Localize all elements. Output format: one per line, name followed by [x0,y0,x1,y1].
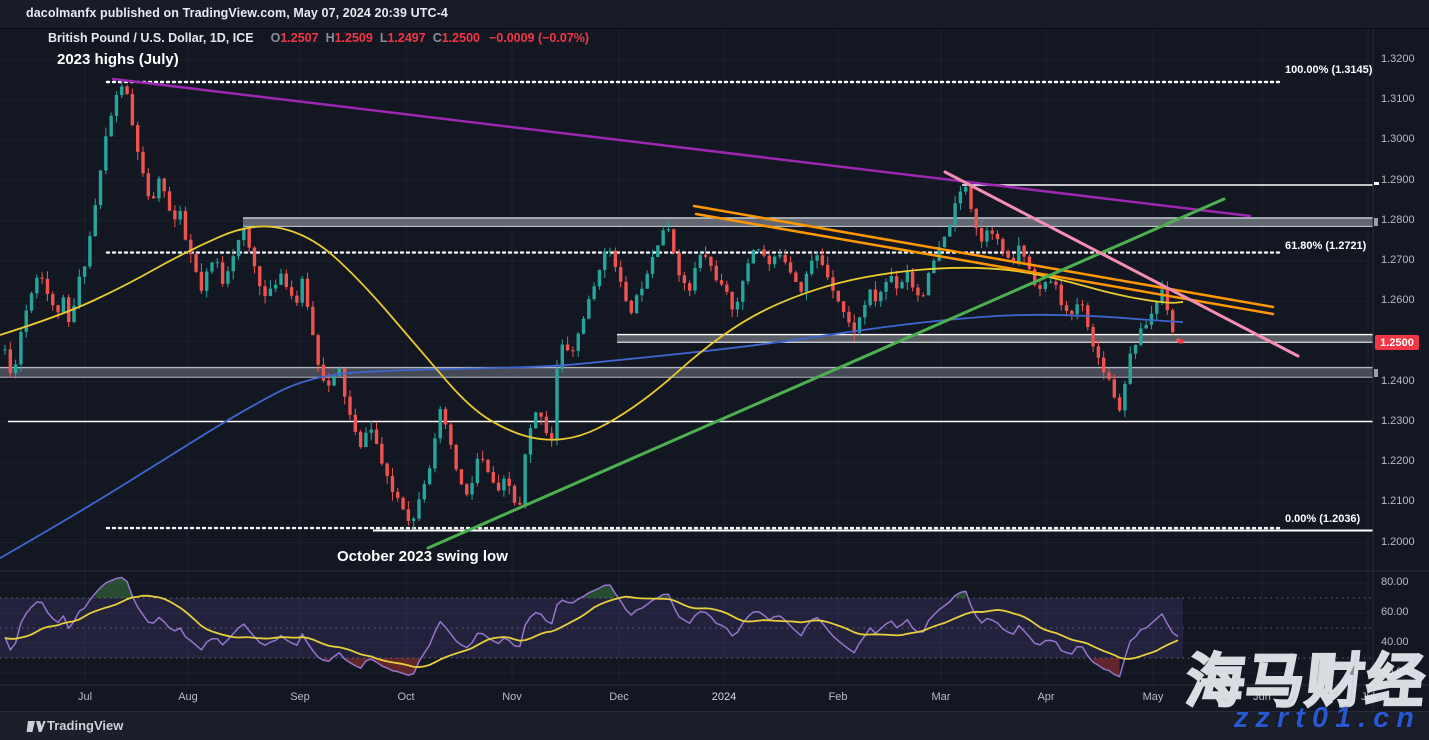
price-axis-label: 1.3000 [1381,133,1415,145]
tradingview-chart-page: { "attribution": {"text": "dacolmanfx pu… [0,0,1429,739]
tradingview-brand[interactable]: TradingView [47,718,123,733]
price-axis-label: 1.3200 [1381,53,1415,65]
attribution-bar: dacolmanfx published on TradingView.com,… [0,0,1429,29]
ma-slow-line [0,315,1183,558]
time-axis-label: Mar [932,691,951,703]
tradingview-logo[interactable] [26,718,46,735]
last-price-tag: 1.2500 [1375,335,1419,350]
open-label: O [271,31,281,45]
high-label: H [326,31,335,45]
time-axis-label: Dec [609,691,629,703]
time-axis-label: 2024 [712,691,736,703]
watermark-url: zzrt01.cn [1234,702,1421,735]
time-axis-label: Aug [178,691,198,703]
time-axis-label: Feb [829,691,848,703]
symbol-header[interactable]: British Pound / U.S. Dollar, 1D, ICEO1.2… [48,31,589,45]
time-axis-label: Oct [397,691,414,703]
change-value: −0.0009 (−0.07%) [489,31,589,45]
price-axis-label: 1.2900 [1381,174,1415,186]
fib-label-0[interactable]: 0.00% (1.2036) [1285,513,1360,525]
ma-fast-line [0,226,1183,439]
close-value: 1.2500 [442,31,480,45]
time-axis-label: Sep [290,691,310,703]
time-axis-label: Apr [1037,691,1054,703]
price-axis-label: 1.3100 [1381,93,1415,105]
open-value: 1.2507 [280,31,318,45]
annotation-2023-highs[interactable]: 2023 highs (July) [57,51,179,68]
chart-canvas[interactable] [0,0,1429,739]
close-label: C [433,31,442,45]
time-axis-label: Nov [502,691,522,703]
support-zone-1p2420 [0,368,1373,378]
rsi-axis-label: 60.00 [1381,606,1409,618]
time-axis-label: May [1143,691,1164,703]
annotation-october-low[interactable]: October 2023 swing low [337,548,508,565]
attribution-text: dacolmanfx published on TradingView.com,… [26,6,448,20]
price-axis-label: 1.2300 [1381,415,1415,427]
fib-label-618[interactable]: 61.80% (1.2721) [1285,240,1366,252]
last-price-dot [1179,339,1184,344]
price-axis-label: 1.2400 [1381,375,1415,387]
high-value: 1.2509 [335,31,373,45]
low-value: 1.2497 [387,31,425,45]
fib-label-100[interactable]: 100.00% (1.3145) [1285,64,1372,76]
price-axis-label: 1.2200 [1381,455,1415,467]
descending-purple-from-2023-high [113,79,1250,216]
symbol-title: British Pound / U.S. Dollar, 1D, ICE [48,31,254,45]
price-axis-label: 1.2100 [1381,495,1415,507]
rsi-axis-label: 80.00 [1381,576,1409,588]
price-axis-label: 1.2600 [1381,294,1415,306]
price-axis-label: 1.2700 [1381,254,1415,266]
time-axis-label: Jul [78,691,92,703]
price-axis-label: 1.2000 [1381,536,1415,548]
price-axis-label: 1.2800 [1381,214,1415,226]
